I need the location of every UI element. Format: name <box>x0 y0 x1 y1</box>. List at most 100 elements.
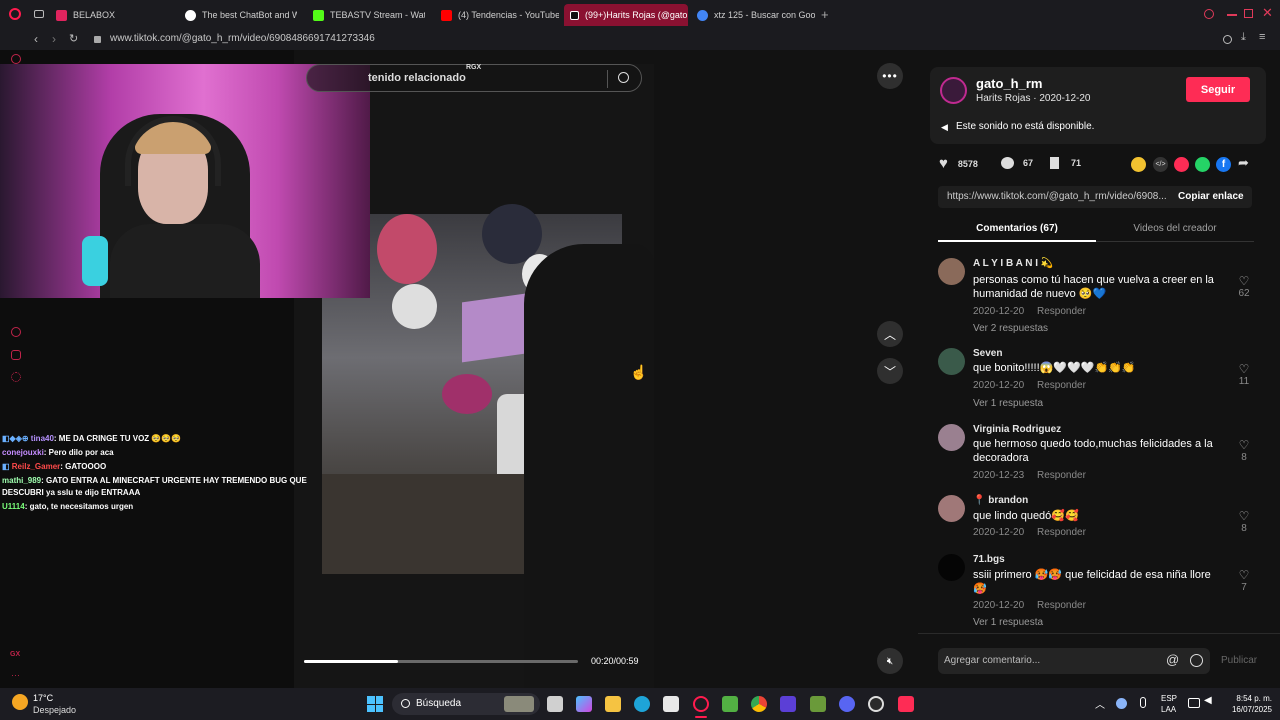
forward-icon[interactable]: › <box>52 32 56 46</box>
opera-logo-icon[interactable] <box>9 8 21 20</box>
copy-link-button[interactable]: Copiar enlace <box>1178 191 1244 202</box>
vpn-icon[interactable] <box>780 696 796 712</box>
reply-button[interactable]: Responder <box>1037 527 1086 538</box>
like-button[interactable]: ♥ 8578 <box>939 155 978 172</box>
microphone-icon[interactable] <box>1140 697 1146 708</box>
minimize-icon[interactable] <box>1227 14 1237 16</box>
language-code[interactable]: ESP <box>1161 694 1177 703</box>
tab-tiktok[interactable]: (99+)Harits Rojas (@gato <box>564 4 688 26</box>
tab-google[interactable]: xtz 125 - Buscar con Goo <box>697 4 815 26</box>
discord-icon[interactable] <box>839 696 855 712</box>
view-replies-button[interactable]: Ver 2 respuestas <box>973 323 1048 334</box>
mute-button[interactable]: 🔇︎ <box>877 648 903 674</box>
comment-input-box[interactable]: Agregar comentario... @ <box>938 648 1210 674</box>
obs-icon[interactable] <box>868 696 884 712</box>
network-icon[interactable] <box>1188 698 1200 708</box>
extensions-icon[interactable] <box>11 350 21 360</box>
windows-start-icon[interactable] <box>367 696 383 712</box>
tab-kick[interactable]: TEBASTV Stream - Watch <box>313 4 425 26</box>
commenter-avatar[interactable] <box>938 495 965 522</box>
opera-gx-icon[interactable] <box>693 696 709 712</box>
whatsapp-icon[interactable] <box>1195 157 1210 172</box>
author-username[interactable]: gato_h_rm <box>976 76 1042 91</box>
menu-icon[interactable]: ≡ <box>1259 31 1265 43</box>
tab-comments[interactable]: Comentarios (67) <box>938 223 1096 234</box>
follow-button[interactable]: Seguir <box>1186 77 1250 102</box>
commenter-name[interactable]: 📍 brandon <box>973 495 1028 506</box>
post-comment-button[interactable]: Publicar <box>1221 655 1257 666</box>
edge-icon[interactable] <box>634 696 650 712</box>
share-arrow-icon[interactable]: ➦ <box>1238 155 1249 171</box>
profile-icon[interactable] <box>1223 35 1232 44</box>
direct-share-icon[interactable] <box>1174 157 1189 172</box>
search-tabs-icon[interactable] <box>1204 9 1214 19</box>
tray-overflow-icon[interactable]: ︿ <box>1095 696 1105 711</box>
tab-youtube[interactable]: (4) Tendencias - YouTube <box>441 4 559 26</box>
tab-belabox[interactable]: BELABOX <box>56 4 176 26</box>
embed-icon[interactable]: </> <box>1153 157 1168 172</box>
url-field[interactable]: www.tiktok.com/@gato_h_rm/video/69084866… <box>110 33 375 44</box>
close-icon[interactable]: ✕ <box>1262 5 1273 21</box>
comment-like-button[interactable]: ♡ 8 <box>1234 509 1254 534</box>
commenter-avatar[interactable] <box>938 258 965 285</box>
file-explorer-icon[interactable] <box>605 696 621 712</box>
reply-button[interactable]: Responder <box>1037 600 1086 611</box>
commenter-avatar[interactable] <box>938 424 965 451</box>
reply-button[interactable]: Responder <box>1037 470 1086 481</box>
minecraft-icon[interactable] <box>810 696 826 712</box>
commenter-avatar[interactable] <box>938 554 965 581</box>
comment-like-button[interactable]: ♡ 62 <box>1234 274 1254 299</box>
commenter-name[interactable]: Virginia Rodriguez <box>973 424 1061 435</box>
tray-app-icon[interactable] <box>1116 698 1127 709</box>
maximize-icon[interactable] <box>1244 9 1253 18</box>
commenter-name[interactable]: 71.bgs <box>973 554 1005 565</box>
tab-creator-videos[interactable]: Videos del creador <box>1096 223 1254 234</box>
view-replies-button[interactable]: Ver 1 respuesta <box>973 398 1043 409</box>
comment-button[interactable]: 67 <box>1001 157 1033 169</box>
xbox-icon[interactable] <box>722 696 738 712</box>
taskbar-search-box[interactable]: Búsqueda <box>392 693 540 715</box>
search-icon[interactable] <box>618 72 629 83</box>
tab-chatbot[interactable]: The best ChatBot and Wi <box>185 4 297 26</box>
copilot-icon[interactable] <box>576 696 592 712</box>
search-input[interactable]: tenido relacionado <box>368 72 466 84</box>
mention-icon[interactable]: @ <box>1166 652 1179 667</box>
author-avatar[interactable] <box>940 77 967 104</box>
history-icon[interactable] <box>11 327 21 337</box>
comment-like-button[interactable]: ♡ 8 <box>1234 438 1254 463</box>
emoji-icon[interactable] <box>1190 654 1203 667</box>
settings-icon[interactable] <box>11 372 21 382</box>
view-replies-button[interactable]: Ver 1 respuesta <box>973 617 1043 628</box>
more-icon[interactable]: ··· <box>11 670 20 680</box>
comment-like-button[interactable]: ♡ 11 <box>1234 362 1254 387</box>
download-icon[interactable]: ⤓ <box>1241 31 1246 44</box>
task-view-icon[interactable] <box>547 696 563 712</box>
video-progress-bar[interactable] <box>304 660 578 663</box>
save-button[interactable]: 71 <box>1050 157 1081 169</box>
reply-button[interactable]: Responder <box>1037 380 1086 391</box>
opera-side-icon[interactable] <box>11 54 21 64</box>
commenter-name[interactable]: A L Y I B A N I 💫 <box>973 258 1053 269</box>
video-link[interactable]: https://www.tiktok.com/@gato_h_rm/video/… <box>947 191 1167 202</box>
commenter-avatar[interactable] <box>938 348 965 375</box>
back-icon[interactable]: ‹ <box>34 32 38 46</box>
next-video-button[interactable]: ﹀ <box>877 358 903 384</box>
tiktok-app-icon[interactable] <box>898 696 914 712</box>
comment-input[interactable]: Agregar comentario... <box>944 655 1040 666</box>
new-tab-icon[interactable]: + <box>821 7 829 22</box>
clock-date[interactable]: 16/07/2025 <box>1226 705 1272 714</box>
reload-icon[interactable]: ↻ <box>69 32 78 45</box>
volume-icon[interactable]: ◀︎ <box>1204 695 1212 706</box>
weather-icon[interactable] <box>12 694 28 710</box>
more-options-button[interactable]: ••• <box>877 63 903 89</box>
facebook-icon[interactable]: f <box>1216 157 1231 172</box>
clock-time[interactable]: 8:54 p. m. <box>1230 694 1272 703</box>
previous-video-button[interactable]: ︿ <box>877 321 903 347</box>
coin-share-icon[interactable] <box>1131 157 1146 172</box>
commenter-name[interactable]: Seven <box>973 348 1002 359</box>
chrome-icon[interactable] <box>751 696 767 712</box>
workspace-icon[interactable] <box>34 10 44 18</box>
comment-like-button[interactable]: ♡ 7 <box>1234 568 1254 593</box>
reply-button[interactable]: Responder <box>1037 306 1086 317</box>
language-layout[interactable]: LAA <box>1161 705 1176 714</box>
